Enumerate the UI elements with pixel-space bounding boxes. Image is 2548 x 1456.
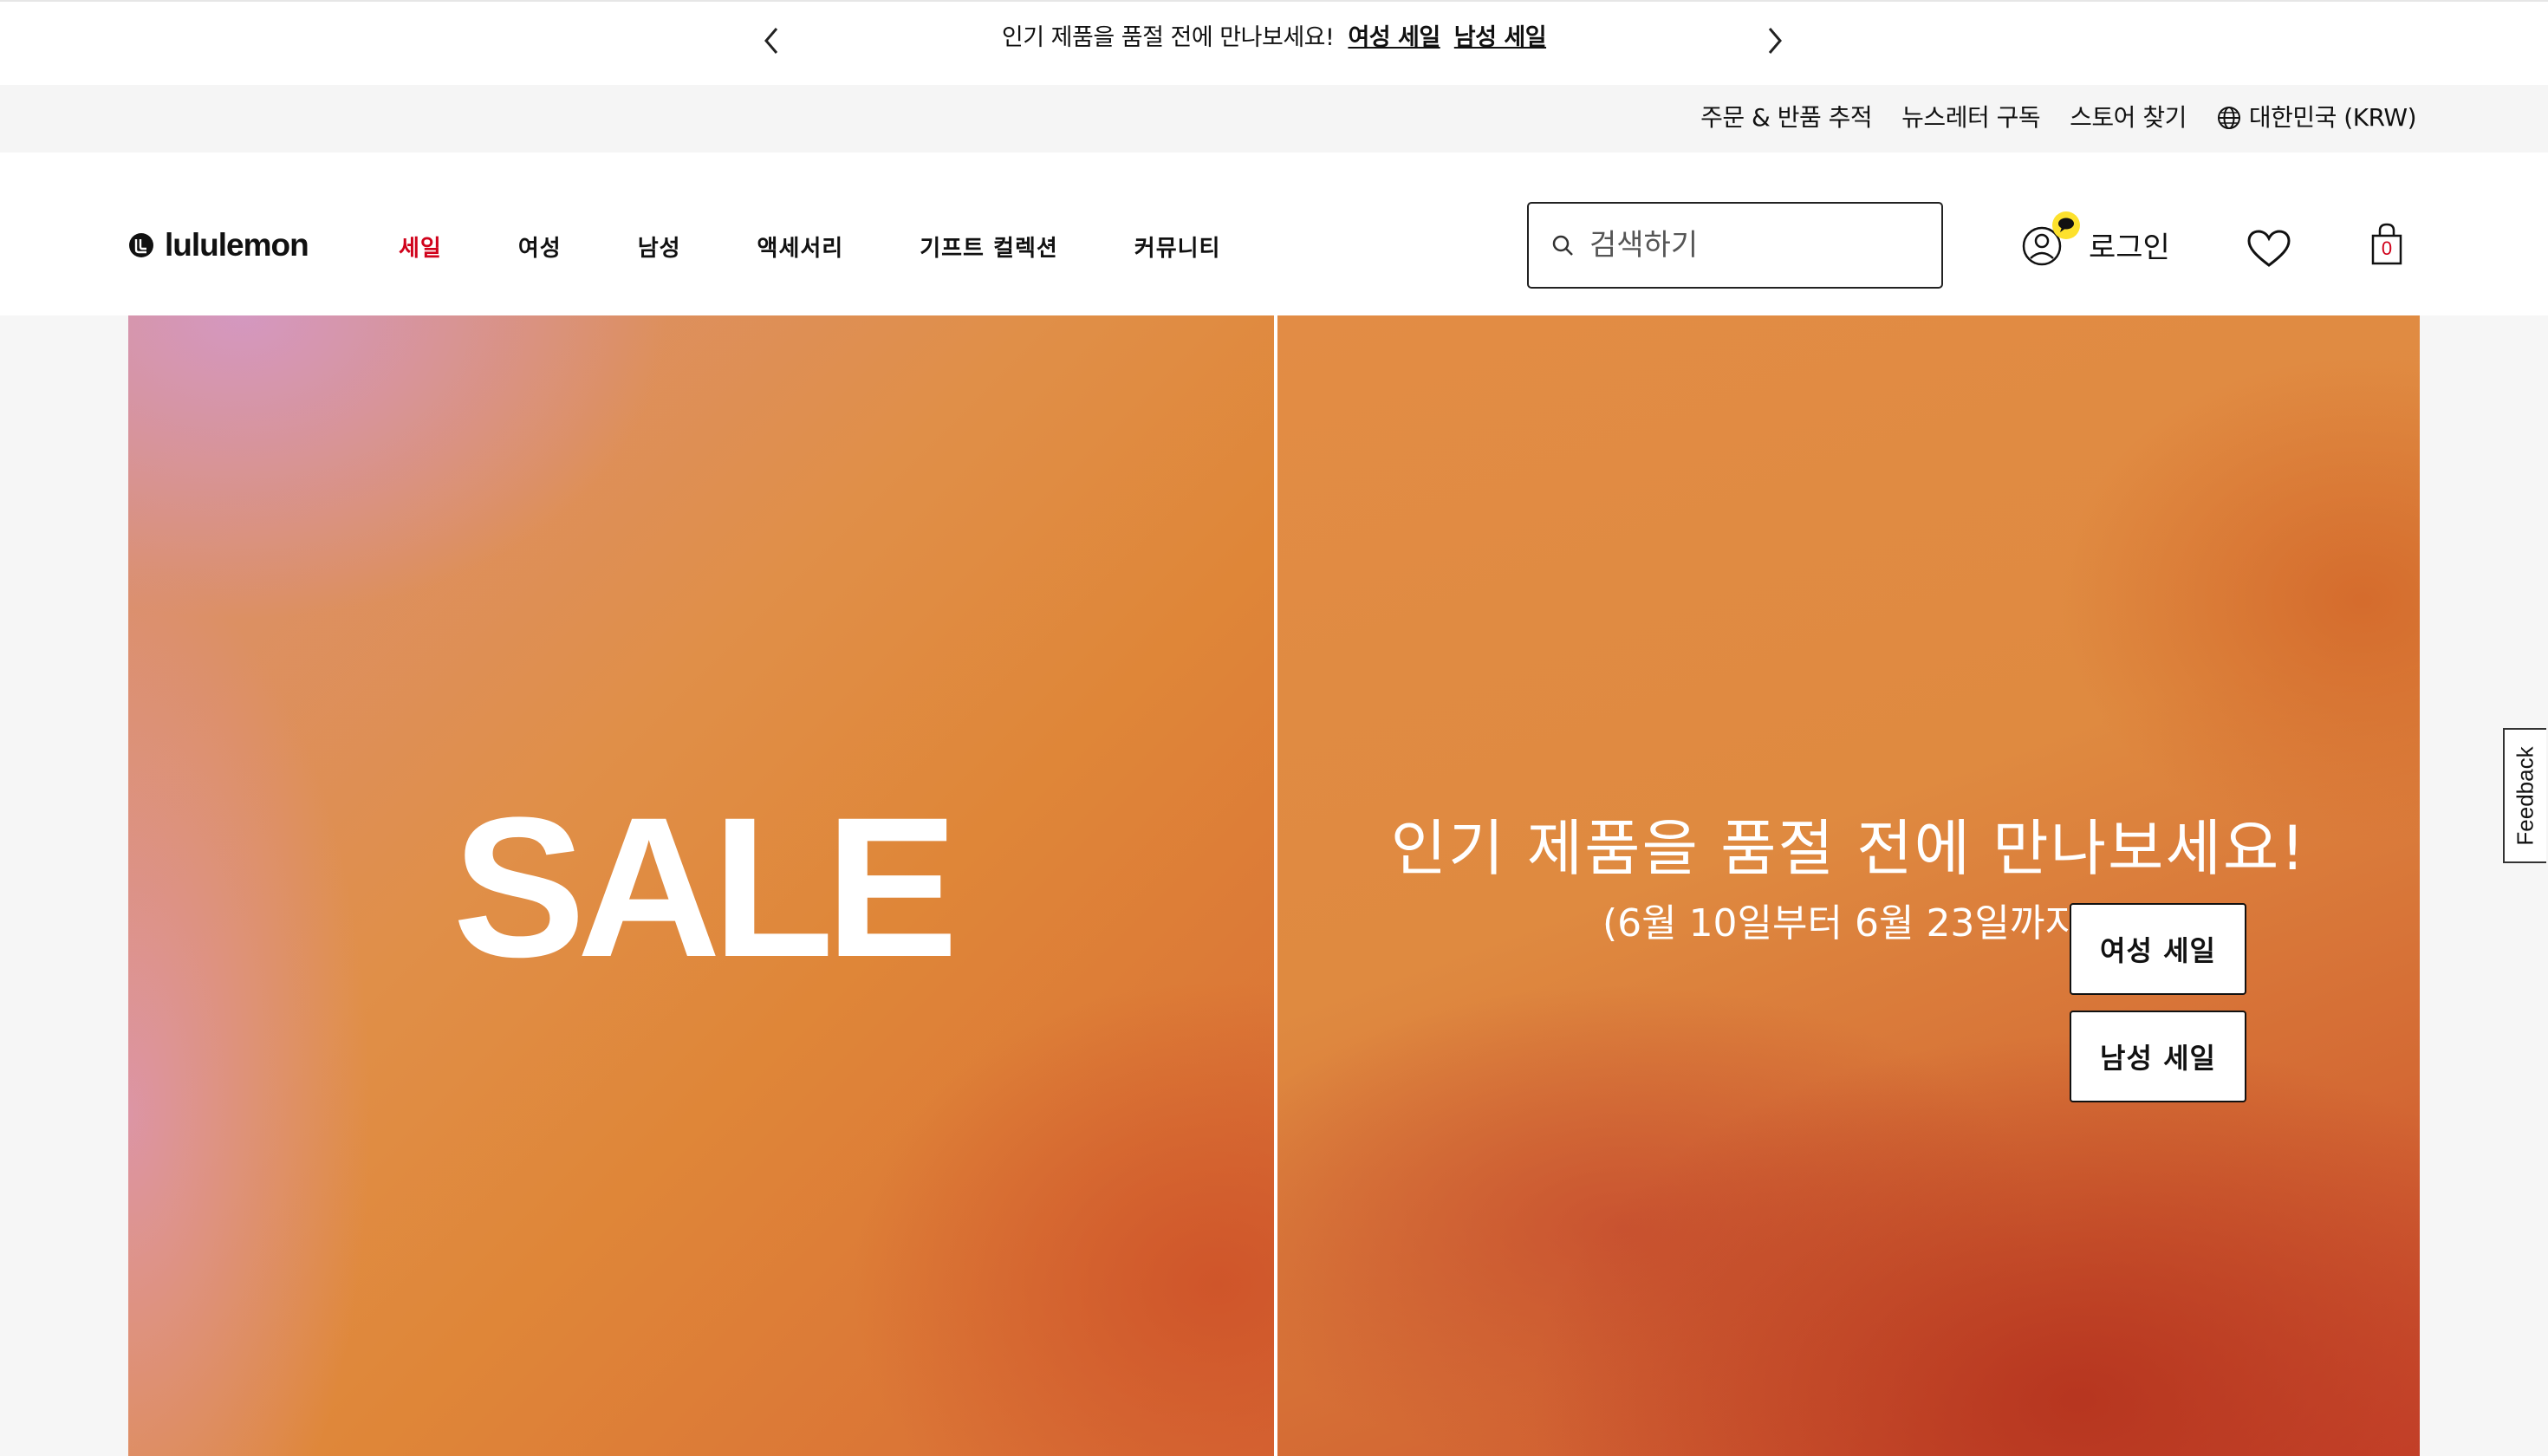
feedback-label: Feedback [2512, 745, 2538, 846]
men-sale-button[interactable]: 남성 세일 [2070, 1011, 2246, 1102]
announcement-next-button[interactable] [1753, 19, 1797, 62]
logo-text: lululemon [165, 227, 309, 263]
order-tracking-link[interactable]: 주문 & 반품 추적 [1700, 101, 1873, 135]
feedback-tab[interactable]: Feedback [2503, 728, 2546, 863]
heart-icon [2247, 230, 2291, 267]
nav-gift-collection[interactable]: 기프트 컬렉션 [920, 231, 1058, 263]
account-icon-wrap [2021, 211, 2080, 267]
login-label: 로그인 [2089, 230, 2170, 265]
main-header: lululemon 세일 여성 남성 액세서리 기프트 컬렉션 커뮤니티 검색하… [0, 153, 2548, 315]
search-box[interactable] [1527, 202, 1943, 289]
nav-sale[interactable]: 세일 [399, 231, 442, 263]
hero-banner: SALE 인기 제품을 품절 전에 만나보세요! (6월 10일부터 6월 23… [128, 315, 2420, 1456]
lululemon-logo-icon [129, 233, 153, 257]
wishlist-button[interactable] [2246, 229, 2291, 272]
nav-community[interactable]: 커뮤니티 [1134, 231, 1221, 263]
nav-accessories[interactable]: 액세서리 [757, 231, 844, 263]
store-locator-link[interactable]: 스토어 찾기 [2070, 101, 2187, 135]
globe-icon [2217, 107, 2240, 129]
nav-men[interactable]: 남성 [638, 231, 681, 263]
search-icon [1552, 235, 1573, 256]
login-button[interactable]: 로그인 [2021, 211, 2170, 267]
utility-bar: 주문 & 반품 추적 뉴스레터 구독 스토어 찾기 대한민국 (KRW) [0, 85, 2548, 153]
announcement-men-sale-link[interactable]: 남성 세일 [1454, 24, 1547, 51]
utility-links: 주문 & 반품 추적 뉴스레터 구독 스토어 찾기 대한민국 (KRW) [1671, 101, 2416, 135]
women-sale-button[interactable]: 여성 세일 [2070, 903, 2246, 995]
bag-count: 0 [2381, 237, 2393, 259]
search-input[interactable] [1588, 227, 1903, 263]
chat-bubble-icon [2058, 218, 2074, 232]
hero-date-range: (6월 10일부터 6월 23일까지) [1602, 901, 2096, 946]
nav-women[interactable]: 여성 [518, 231, 562, 263]
chat-notification-badge [2052, 211, 2080, 239]
hero-sale-title: SALE [452, 776, 958, 998]
announcement-text: 인기 제품을 품절 전에 만나보세요! [1001, 24, 1335, 51]
lululemon-logo[interactable]: lululemon [128, 227, 309, 263]
chevron-right-icon [1768, 28, 1782, 54]
shopping-bag-button[interactable]: 0 [2369, 222, 2404, 267]
region-label: 대한민국 (KRW) [2248, 103, 2417, 132]
hero-headline: 인기 제품을 품절 전에 만나보세요! [1390, 813, 2307, 884]
announcement-bar: 인기 제품을 품절 전에 만나보세요! 여성 세일 남성 세일 [0, 0, 2548, 85]
main-nav: 세일 여성 남성 액세서리 기프트 컬렉션 커뮤니티 [399, 231, 1297, 263]
newsletter-link[interactable]: 뉴스레터 구독 [1901, 101, 2040, 135]
region-selector[interactable]: 대한민국 (KRW) [2216, 101, 2417, 135]
announcement-message: 인기 제품을 품절 전에 만나보세요! 여성 세일 남성 세일 [0, 21, 2548, 55]
announcement-women-sale-link[interactable]: 여성 세일 [1348, 24, 1440, 51]
